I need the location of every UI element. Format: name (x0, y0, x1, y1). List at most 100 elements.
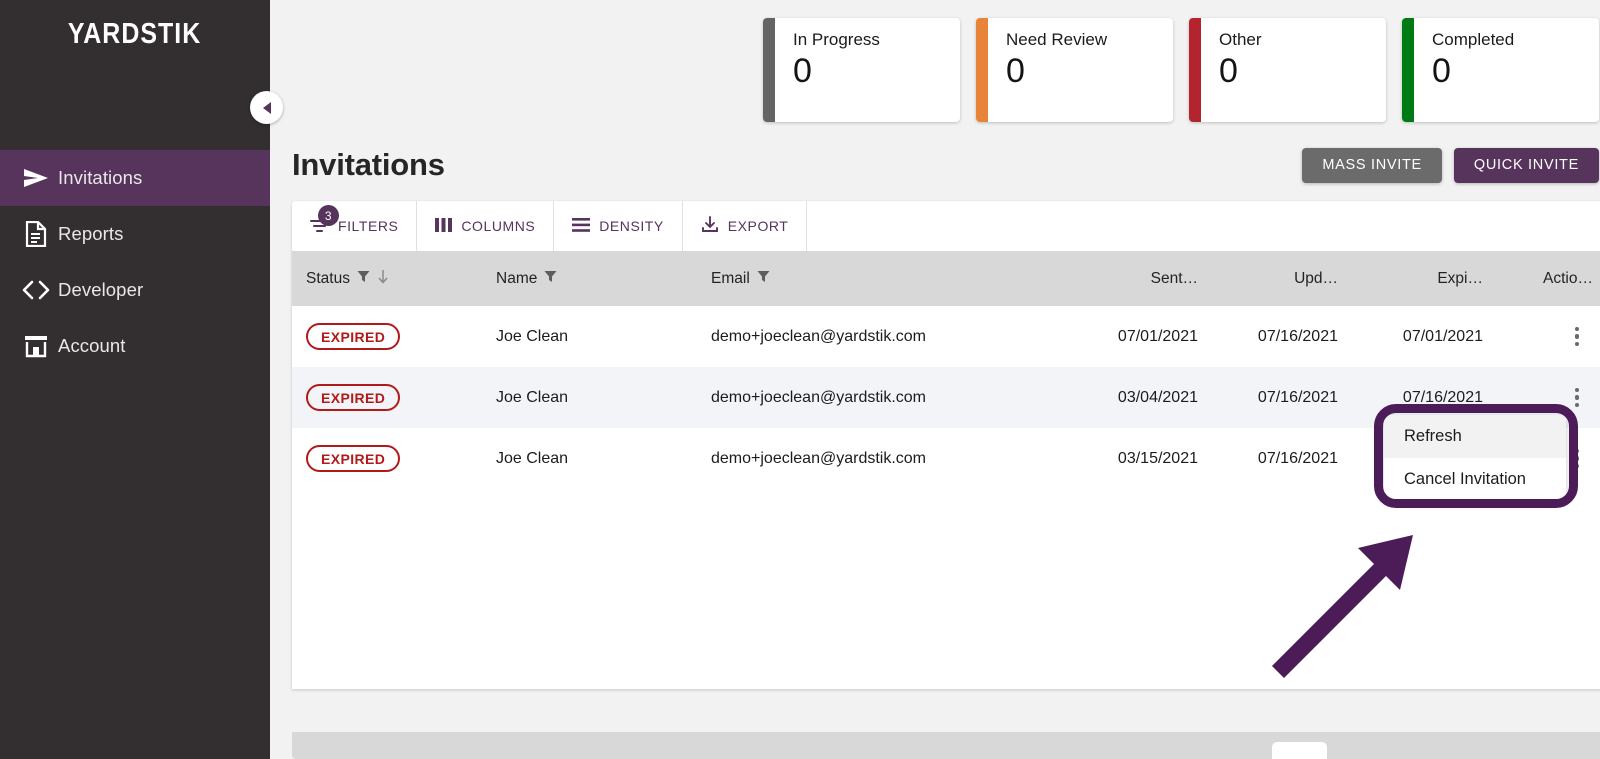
stat-value: 0 (1219, 52, 1238, 90)
cell-actions (1497, 306, 1600, 367)
column-header-label: Actio… (1543, 269, 1593, 287)
filters-button[interactable]: 3 FILTERS (292, 201, 418, 251)
stat-accent-bar (1189, 18, 1201, 122)
export-label: EXPORT (727, 218, 789, 234)
cell-name: Joe Clean (496, 449, 569, 467)
stat-value: 0 (1432, 52, 1451, 90)
cell-status: EXPIRED (292, 306, 482, 367)
sidebar-item-label-reports: Reports (58, 223, 124, 244)
export-button[interactable]: EXPORT (682, 201, 808, 251)
menu-item-cancel-invitation[interactable]: Cancel Invitation (1384, 458, 1566, 501)
stat-label: Completed (1432, 30, 1515, 49)
column-header-actions[interactable]: Actio… (1497, 251, 1600, 306)
row-actions-kebab-icon[interactable] (1574, 326, 1579, 347)
column-header-expires[interactable]: Expi… (1352, 251, 1497, 306)
stat-cards: In Progress 0 Need Review 0 Other 0 Comp… (270, 0, 1600, 122)
row-context-menu: Refresh Cancel Invitation (1384, 415, 1566, 501)
cell-updated: 07/16/2021 (1257, 388, 1338, 406)
stat-body: Completed 0 (1414, 18, 1514, 122)
mass-invite-button[interactable]: MASS INVITE (1302, 147, 1442, 183)
status-badge: EXPIRED (306, 323, 401, 350)
stat-card-need-review[interactable]: Need Review 0 (976, 18, 1173, 122)
rows-per-page-select[interactable] (1272, 742, 1327, 759)
filters-count-badge: 3 (318, 205, 339, 226)
stat-card-in-progress[interactable]: In Progress 0 (763, 18, 960, 122)
column-header-updated[interactable]: Upd… (1212, 251, 1352, 306)
stat-card-other[interactable]: Other 0 (1189, 18, 1386, 122)
cell-name: Joe Clean (496, 388, 569, 406)
stat-label: In Progress (793, 30, 880, 49)
stat-accent-bar (1402, 18, 1414, 122)
grid-toolbar: 3 FILTERS COLUMNS DENSITY EXPORT (292, 201, 1600, 251)
column-header-label: Email (711, 269, 750, 287)
column-header-sent[interactable]: Sent… (1052, 251, 1212, 306)
sidebar-item-label-developer: Developer (58, 279, 144, 300)
column-header-status[interactable]: Status (292, 251, 482, 306)
chevron-left-icon (262, 101, 271, 114)
sidebar-item-invitations[interactable]: Invitations (0, 150, 270, 206)
page-header-actions: MASS INVITE QUICK INVITE (1302, 147, 1599, 183)
page-title: Invitations (292, 147, 445, 182)
column-header-email[interactable]: Email (697, 251, 1052, 306)
cell-updated: 07/16/2021 (1257, 327, 1338, 345)
stat-label: Need Review (1006, 30, 1108, 49)
column-header-label: Upd… (1294, 269, 1338, 287)
storefront-icon (14, 334, 58, 358)
density-button[interactable]: DENSITY (554, 201, 683, 251)
cell-sent: 03/15/2021 (1117, 449, 1198, 467)
quick-invite-button[interactable]: QUICK INVITE (1453, 147, 1599, 183)
filters-label: FILTERS (338, 218, 399, 234)
status-badge: EXPIRED (306, 384, 401, 411)
columns-button[interactable]: COLUMNS (417, 201, 555, 251)
stat-accent-bar (763, 18, 775, 122)
sidebar-item-developer[interactable]: Developer (0, 262, 270, 318)
density-label: DENSITY (599, 218, 664, 234)
main-content: In Progress 0 Need Review 0 Other 0 Comp… (270, 0, 1600, 759)
stat-value: 0 (1006, 52, 1025, 90)
toolbar-empty-space (807, 201, 1600, 251)
paper-plane-icon (14, 167, 58, 189)
sidebar: YARDSTIK Invitations Reports Developer A… (0, 0, 270, 759)
cell-email: demo+joeclean@yardstik.com (711, 388, 927, 406)
column-header-label: Expi… (1437, 269, 1483, 287)
cell-email: demo+joeclean@yardstik.com (711, 449, 927, 467)
code-brackets-icon (14, 280, 58, 300)
stat-value: 0 (793, 52, 812, 90)
menu-item-refresh[interactable]: Refresh (1384, 415, 1566, 458)
table-row[interactable]: EXPIRED Joe Clean demo+joeclean@yardstik… (292, 306, 1600, 367)
brand-logo: YARDSTIK (0, 0, 270, 58)
cell-email: demo+joeclean@yardstik.com (711, 327, 927, 345)
column-header-label: Status (306, 269, 350, 287)
stat-accent-bar (976, 18, 988, 122)
sort-desc-arrow-icon[interactable] (377, 269, 389, 289)
cell-updated: 07/16/2021 (1257, 449, 1338, 467)
filter-funnel-icon[interactable] (544, 270, 557, 288)
cell-name: Joe Clean (496, 327, 569, 345)
column-header-label: Sent… (1150, 269, 1198, 287)
pagination-bar (292, 732, 1600, 759)
row-actions-kebab-icon[interactable] (1574, 448, 1579, 469)
sidebar-item-label-account: Account (58, 335, 126, 356)
row-actions-kebab-icon[interactable] (1574, 387, 1579, 408)
stat-body: Other 0 (1201, 18, 1262, 122)
sidebar-item-reports[interactable]: Reports (0, 206, 270, 262)
table-head: Status Name Email Sent… Upd… Expi… Actio… (292, 251, 1600, 306)
sidebar-item-account[interactable]: Account (0, 318, 270, 374)
column-header-name[interactable]: Name (482, 251, 697, 306)
brand-name: YARDSTIK (68, 17, 202, 50)
cell-expires: 07/01/2021 (1402, 327, 1483, 345)
sidebar-collapse-toggle[interactable] (250, 91, 283, 124)
table-header-row: Status Name Email Sent… Upd… Expi… Actio… (292, 251, 1600, 306)
filter-funnel-icon[interactable] (757, 270, 770, 288)
page-header: Invitations MASS INVITE QUICK INVITE (270, 122, 1600, 183)
cell-sent: 03/04/2021 (1117, 388, 1198, 406)
download-icon (701, 216, 719, 236)
stat-card-completed[interactable]: Completed 0 (1402, 18, 1599, 122)
column-header-label: Name (496, 269, 538, 287)
filter-funnel-icon[interactable] (357, 270, 370, 288)
cell-sent: 07/01/2021 (1117, 327, 1198, 345)
columns-icon (435, 217, 453, 235)
stat-body: In Progress 0 (775, 18, 880, 122)
stat-label: Other (1219, 30, 1262, 49)
status-badge: EXPIRED (306, 445, 401, 472)
